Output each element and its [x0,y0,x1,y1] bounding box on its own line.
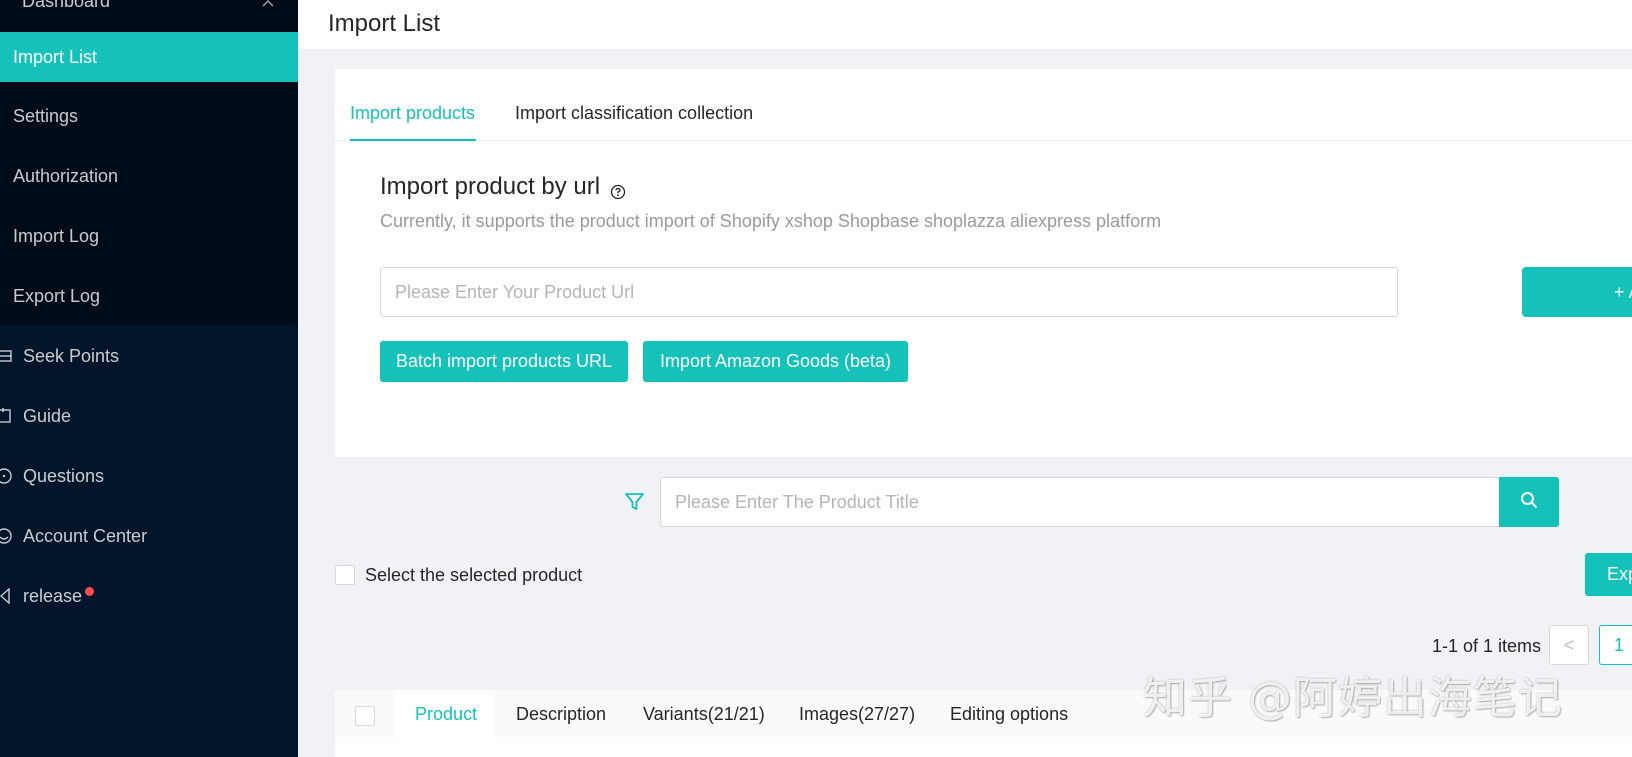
sidebar-item-import-log[interactable]: Import Log [0,211,298,261]
seek-points-icon [0,346,23,366]
pagination-prev-button[interactable]: < [1549,625,1589,665]
add-url-button[interactable]: + A [1522,267,1632,317]
sidebar: Dashboard Import List Settings Authoriza… [0,0,298,757]
tab-description[interactable]: Description [516,704,606,725]
sidebar-item-seek-points[interactable]: Seek Points [0,331,298,381]
export-button[interactable]: Exp [1585,553,1632,596]
import-card: Import products Import classification co… [335,69,1632,457]
sidebar-item-release[interactable]: release [0,571,298,621]
select-products-label: Select the selected product [365,565,583,585]
tab-editing-options[interactable]: Editing options [950,704,1068,725]
question-circle-icon[interactable] [610,179,626,200]
sidebar-item-label: Import List [13,46,98,67]
chevron-up-icon[interactable] [262,0,274,10]
tab-variants[interactable]: Variants(21/21) [643,704,765,725]
watermark-text: 知乎 @阿婷出海笔记 [1143,673,1563,724]
tab-images[interactable]: Images(27/27) [799,704,915,725]
pagination-total: 1-1 of 1 items [1432,636,1542,656]
release-icon [0,586,23,606]
sidebar-item-authorization[interactable]: Authorization [0,151,298,201]
select-all-checkbox[interactable] [335,565,355,585]
import-amazon-button[interactable]: Import Amazon Goods (beta) [643,341,908,382]
sidebar-item-questions[interactable]: Questions [0,451,298,501]
guide-icon [0,406,23,426]
product-title-search-input[interactable] [660,477,1500,527]
sidebar-item-label: Guide [23,405,72,426]
sidebar-item-label: Seek Points [23,345,120,366]
table-select-checkbox[interactable] [355,706,375,726]
active-tab-indicator [350,139,476,141]
tab-product[interactable]: Product [415,704,477,725]
search-button[interactable] [1499,477,1559,527]
sidebar-item-label: Dashboard [22,0,111,11]
notification-dot [85,586,95,596]
filter-icon[interactable] [624,492,645,512]
sidebar-item-label: Import Log [13,225,100,246]
sidebar-item-label: Questions [23,465,105,486]
import-tabs: Import products Import classification co… [335,69,1632,141]
sidebar-item-account-center[interactable]: Account Center [0,511,298,561]
page-title: Import List [328,10,441,37]
sidebar-item-label: release [23,585,83,606]
sidebar-item-guide[interactable]: Guide [0,391,298,441]
sidebar-item-dashboard[interactable]: Dashboard [0,0,298,26]
tab-import-products[interactable]: Import products [350,103,475,124]
sidebar-item-label: Authorization [13,165,119,186]
sidebar-item-label: Account Center [23,525,148,546]
sidebar-item-settings[interactable]: Settings [0,91,298,141]
page-header: Import List [298,0,1632,49]
account-center-icon [0,526,23,546]
search-icon [1519,490,1539,515]
section-description: Currently, it supports the product impor… [380,211,1162,231]
tab-import-classification-collection[interactable]: Import classification collection [515,103,753,124]
questions-icon [0,466,23,486]
batch-import-button[interactable]: Batch import products URL [380,341,628,382]
sidebar-item-import-list[interactable]: Import List [0,32,298,82]
sidebar-item-export-log[interactable]: Export Log [0,271,298,321]
pagination-page-1[interactable]: 1 [1599,625,1632,665]
product-url-input[interactable] [380,267,1398,317]
sidebar-item-label: Settings [13,105,79,126]
sidebar-item-label: Export Log [13,285,101,306]
section-title-text: Import product by url [380,173,601,200]
section-title: Import product by url [380,173,626,201]
